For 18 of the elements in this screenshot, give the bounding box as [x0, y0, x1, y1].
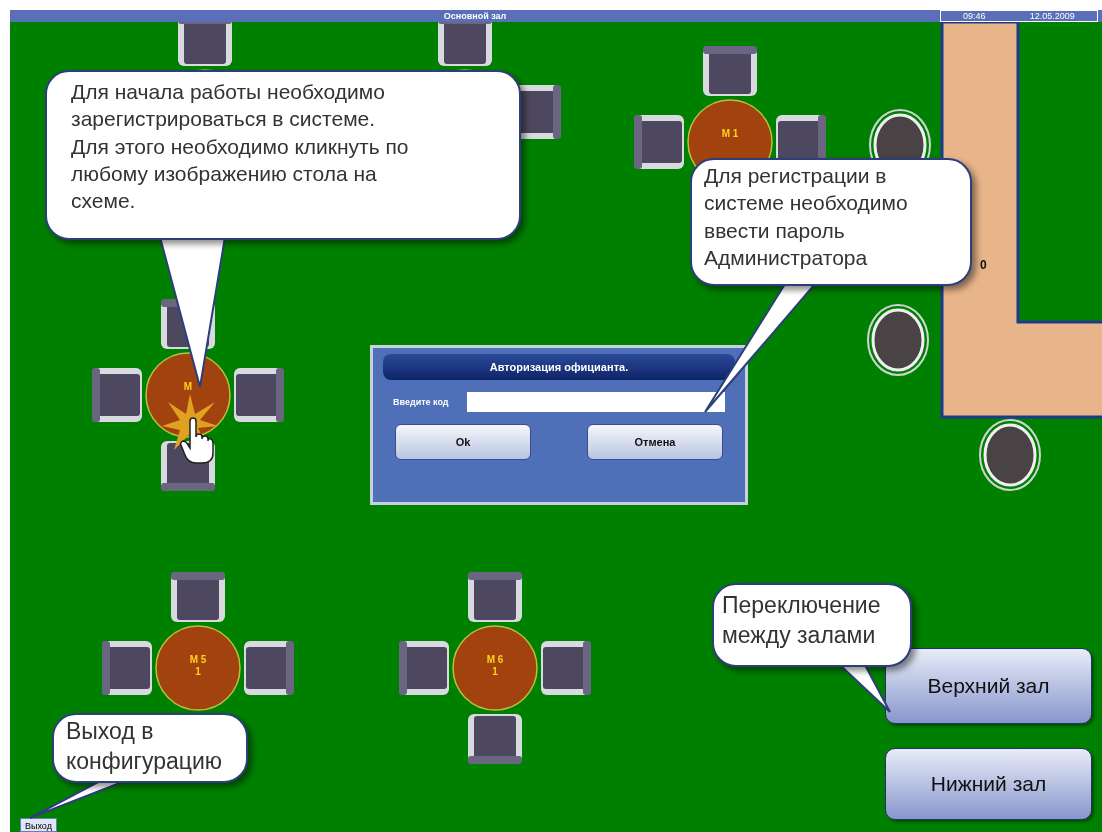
code-label: Введите код: [393, 397, 449, 407]
bar-label: 0: [980, 258, 987, 272]
exit-button[interactable]: Выход: [20, 818, 57, 832]
code-input-field[interactable]: [466, 392, 725, 412]
cancel-button[interactable]: Отмена: [587, 424, 723, 460]
callout-tooltip: Для начала работы необходимо зарегистрироваться в системе. Для этого необходимо кликнуть по любому изображению стола на схеме.: [45, 70, 521, 240]
table-label: М 1: [720, 128, 740, 140]
table-label: М 5 1: [188, 654, 208, 678]
date-text: 12.05.2009: [1029, 11, 1075, 21]
ok-button[interactable]: Ok: [395, 424, 531, 460]
hall-button[interactable]: Верхний зал: [885, 648, 1092, 724]
hall-title: Основной зал: [442, 10, 508, 22]
hall-button[interactable]: Нижний зал: [885, 748, 1092, 820]
hand-cursor-icon: [180, 417, 214, 465]
time-text: 09:46: [963, 11, 986, 21]
table-label: М 6 1: [485, 654, 505, 678]
table-label: М: [182, 381, 194, 393]
dialog-title: Авторизация официанта.: [383, 354, 735, 380]
